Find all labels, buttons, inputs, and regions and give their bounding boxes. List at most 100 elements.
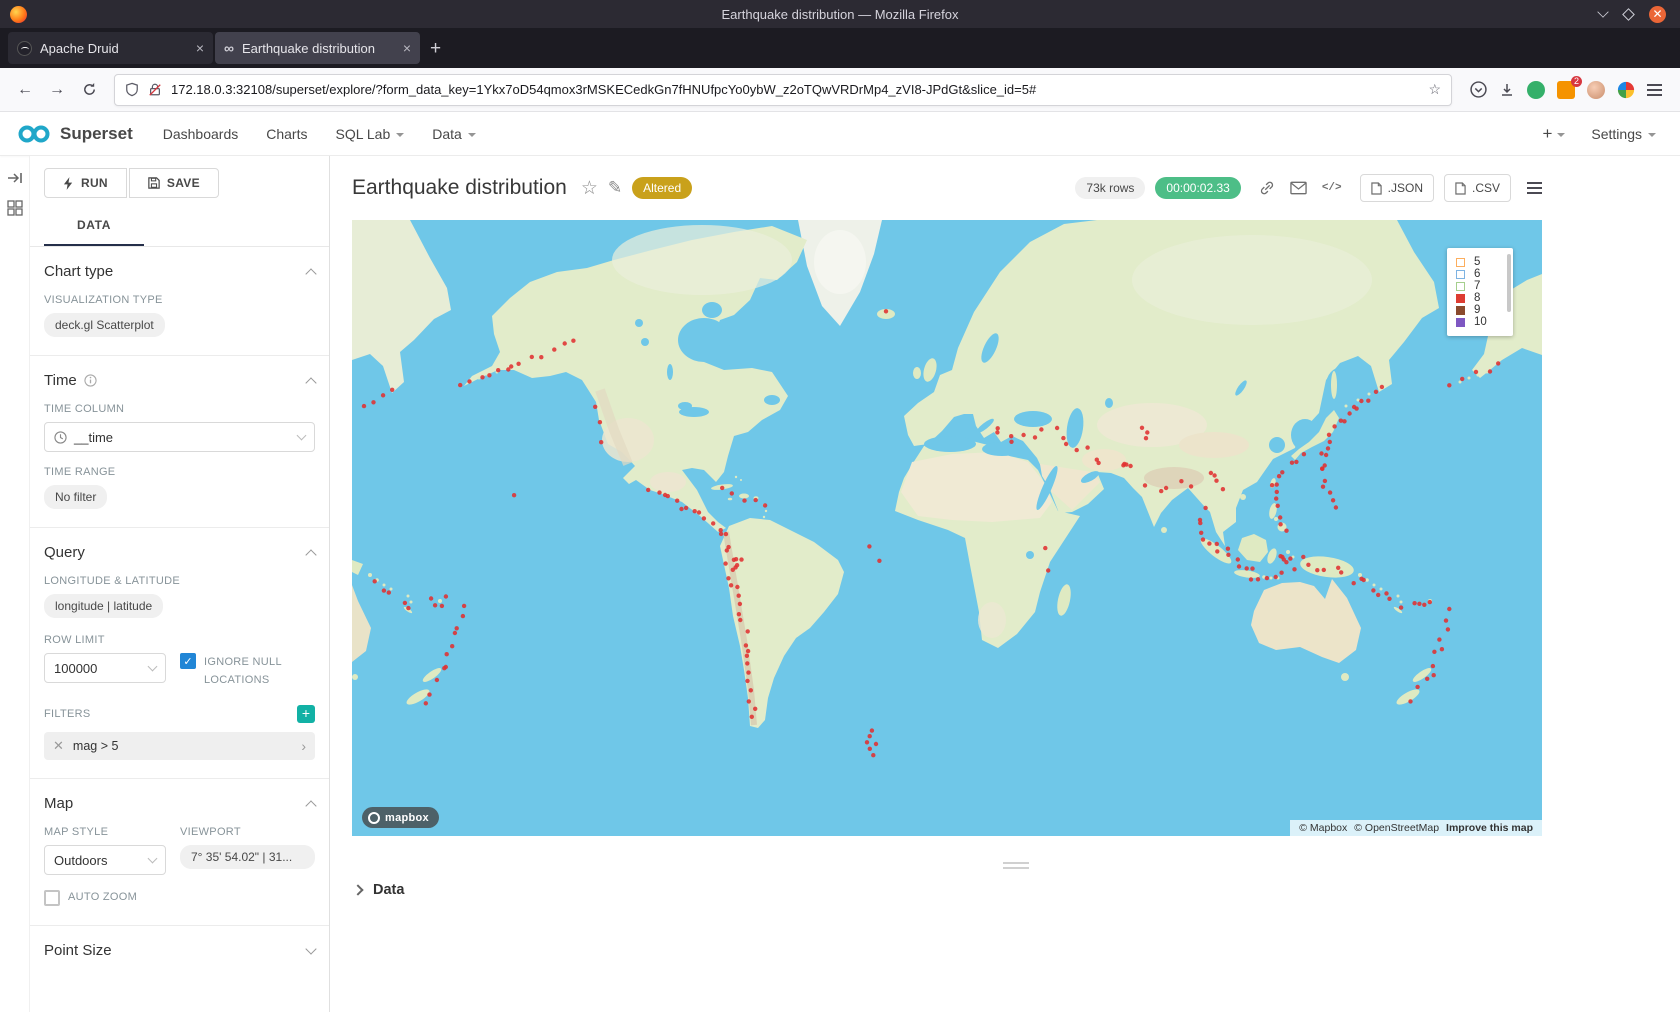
row-count-badge: 73k rows <box>1075 177 1145 199</box>
embed-code-icon[interactable]: </> <box>1322 182 1342 194</box>
nav-item-sqllab[interactable]: SQL Lab <box>335 126 404 142</box>
chevron-up-icon[interactable] <box>305 801 316 812</box>
remove-filter-icon[interactable]: ✕ <box>53 738 64 754</box>
back-icon[interactable]: ← <box>10 75 40 105</box>
chevron-right-icon <box>352 884 363 895</box>
time-column-select[interactable]: __time <box>44 422 315 452</box>
chevron-up-icon[interactable] <box>305 268 316 279</box>
extension-badge: 2 <box>1571 76 1582 87</box>
maximize-icon[interactable] <box>1622 8 1635 21</box>
row-limit-select[interactable]: 100000 <box>44 653 166 683</box>
legend-swatch-icon <box>1456 294 1465 303</box>
legend-item[interactable]: 8 <box>1456 292 1499 304</box>
add-filter-button[interactable]: + <box>297 705 315 723</box>
superset-logo[interactable]: Superset <box>16 123 133 145</box>
settings-menu[interactable]: Settings <box>1591 126 1656 142</box>
url-bar[interactable]: 172.18.0.3:32108/superset/explore/?form_… <box>114 74 1452 106</box>
legend-item[interactable]: 5 <box>1456 256 1499 268</box>
tracking-shield-icon[interactable] <box>125 82 139 97</box>
map-legend[interactable]: 5678910 <box>1447 248 1513 336</box>
extension-pinwheel-icon[interactable] <box>1617 81 1635 99</box>
export-json-button[interactable]: .JSON <box>1360 174 1434 202</box>
insecure-lock-icon[interactable] <box>148 82 162 97</box>
attribution-osm[interactable]: © OpenStreetMap <box>1354 822 1439 834</box>
superset-navbar: Superset Dashboards Charts SQL Lab Data … <box>0 112 1680 156</box>
browser-tabbar: Apache Druid × ∞ Earthquake distribution… <box>0 28 1680 68</box>
druid-favicon-icon <box>17 41 32 56</box>
section-header[interactable]: Time <box>44 372 315 389</box>
window-title: Earthquake distribution — Mozilla Firefo… <box>0 7 1680 22</box>
chevron-up-icon[interactable] <box>305 377 316 388</box>
legend-label: 6 <box>1474 268 1480 280</box>
attribution-mapbox[interactable]: © Mapbox <box>1299 822 1347 834</box>
run-button[interactable]: RUN <box>44 168 127 198</box>
legend-scrollbar[interactable] <box>1507 254 1511 312</box>
row-limit-label: ROW LIMIT <box>44 634 166 646</box>
save-button[interactable]: SAVE <box>129 168 219 198</box>
share-link-icon[interactable] <box>1259 180 1275 196</box>
legend-item[interactable]: 9 <box>1456 304 1499 316</box>
section-header[interactable]: Chart type <box>44 263 315 280</box>
map-legend-items: 5678910 <box>1456 256 1499 328</box>
legend-item[interactable]: 7 <box>1456 280 1499 292</box>
panel-tabs: DATA <box>30 208 329 247</box>
tab-data[interactable]: DATA <box>44 208 144 246</box>
legend-item[interactable]: 10 <box>1456 316 1499 328</box>
new-tab-button[interactable]: + <box>430 38 441 60</box>
expand-panel-icon[interactable] <box>7 170 23 186</box>
url-text[interactable]: 172.18.0.3:32108/superset/explore/?form_… <box>171 82 1419 97</box>
filter-chip[interactable]: ✕ mag > 5 › <box>44 732 315 760</box>
chevron-down-icon <box>148 853 158 863</box>
export-csv-button[interactable]: .CSV <box>1444 174 1511 202</box>
ignore-null-checkbox[interactable]: ✓ <box>180 653 196 669</box>
chevron-down-icon <box>468 133 476 137</box>
close-icon[interactable]: ✕ <box>1649 6 1666 23</box>
edit-pencil-icon[interactable]: ✎ <box>608 178 622 198</box>
resize-handle[interactable] <box>1003 862 1029 869</box>
tab-apache-druid[interactable]: Apache Druid × <box>8 32 213 64</box>
deckgl-map[interactable]: 5678910 mapbox © Mapbox © OpenStreetMap … <box>352 220 1542 836</box>
viz-type-label: VISUALIZATION TYPE <box>44 294 315 306</box>
lonlat-value[interactable]: longitude | latitude <box>44 594 163 618</box>
download-icon[interactable] <box>1499 82 1515 98</box>
section-header[interactable]: Query <box>44 544 315 561</box>
legend-item[interactable]: 6 <box>1456 268 1499 280</box>
data-results-toggle[interactable]: Data <box>352 882 1680 898</box>
tab-close-icon[interactable]: × <box>196 40 204 56</box>
extension-green-icon[interactable] <box>1527 81 1545 99</box>
mapbox-logo[interactable]: mapbox <box>362 807 439 828</box>
pocket-icon[interactable] <box>1470 81 1487 98</box>
forward-icon[interactable]: → <box>42 75 72 105</box>
email-icon[interactable] <box>1290 181 1307 195</box>
favorite-star-icon[interactable]: ☆ <box>581 177 598 200</box>
tab-close-icon[interactable]: × <box>403 40 411 56</box>
auto-zoom-checkbox[interactable] <box>44 890 60 906</box>
viewport-value[interactable]: 7° 35' 54.02" | 31... <box>180 845 315 869</box>
new-item-button[interactable]: + <box>1542 124 1565 144</box>
tab-earthquake-distribution[interactable]: ∞ Earthquake distribution × <box>215 32 420 64</box>
attribution-improve-link[interactable]: Improve this map <box>1446 822 1533 834</box>
time-column-label: TIME COLUMN <box>44 403 315 415</box>
nav-item-data[interactable]: Data <box>432 126 476 142</box>
bookmark-star-icon[interactable]: ☆ <box>1428 81 1441 98</box>
menu-icon[interactable] <box>1647 84 1662 96</box>
chevron-down-icon[interactable] <box>305 943 316 954</box>
minimize-icon[interactable] <box>1597 6 1608 17</box>
window-titlebar: Earthquake distribution — Mozilla Firefo… <box>0 0 1680 28</box>
map-attribution: © Mapbox © OpenStreetMap Improve this ma… <box>1290 820 1542 836</box>
nav-item-charts[interactable]: Charts <box>266 126 307 142</box>
viz-type-value[interactable]: deck.gl Scatterplot <box>44 313 165 337</box>
section-header[interactable]: Point Size <box>44 942 315 959</box>
time-range-value[interactable]: No filter <box>44 485 107 509</box>
nav-item-dashboards[interactable]: Dashboards <box>163 126 239 142</box>
section-header[interactable]: Map <box>44 795 315 812</box>
map-style-select[interactable]: Outdoors <box>44 845 166 875</box>
extension-orange-icon[interactable]: 2 <box>1557 81 1575 99</box>
profile-avatar[interactable] <box>1587 81 1605 99</box>
chevron-up-icon[interactable] <box>305 549 316 560</box>
datasource-grid-icon[interactable] <box>7 200 23 216</box>
toolbar-extensions: 2 <box>1462 81 1670 99</box>
chevron-right-icon: › <box>301 738 306 754</box>
reload-icon[interactable] <box>74 75 104 105</box>
chart-menu-icon[interactable] <box>1527 182 1542 194</box>
